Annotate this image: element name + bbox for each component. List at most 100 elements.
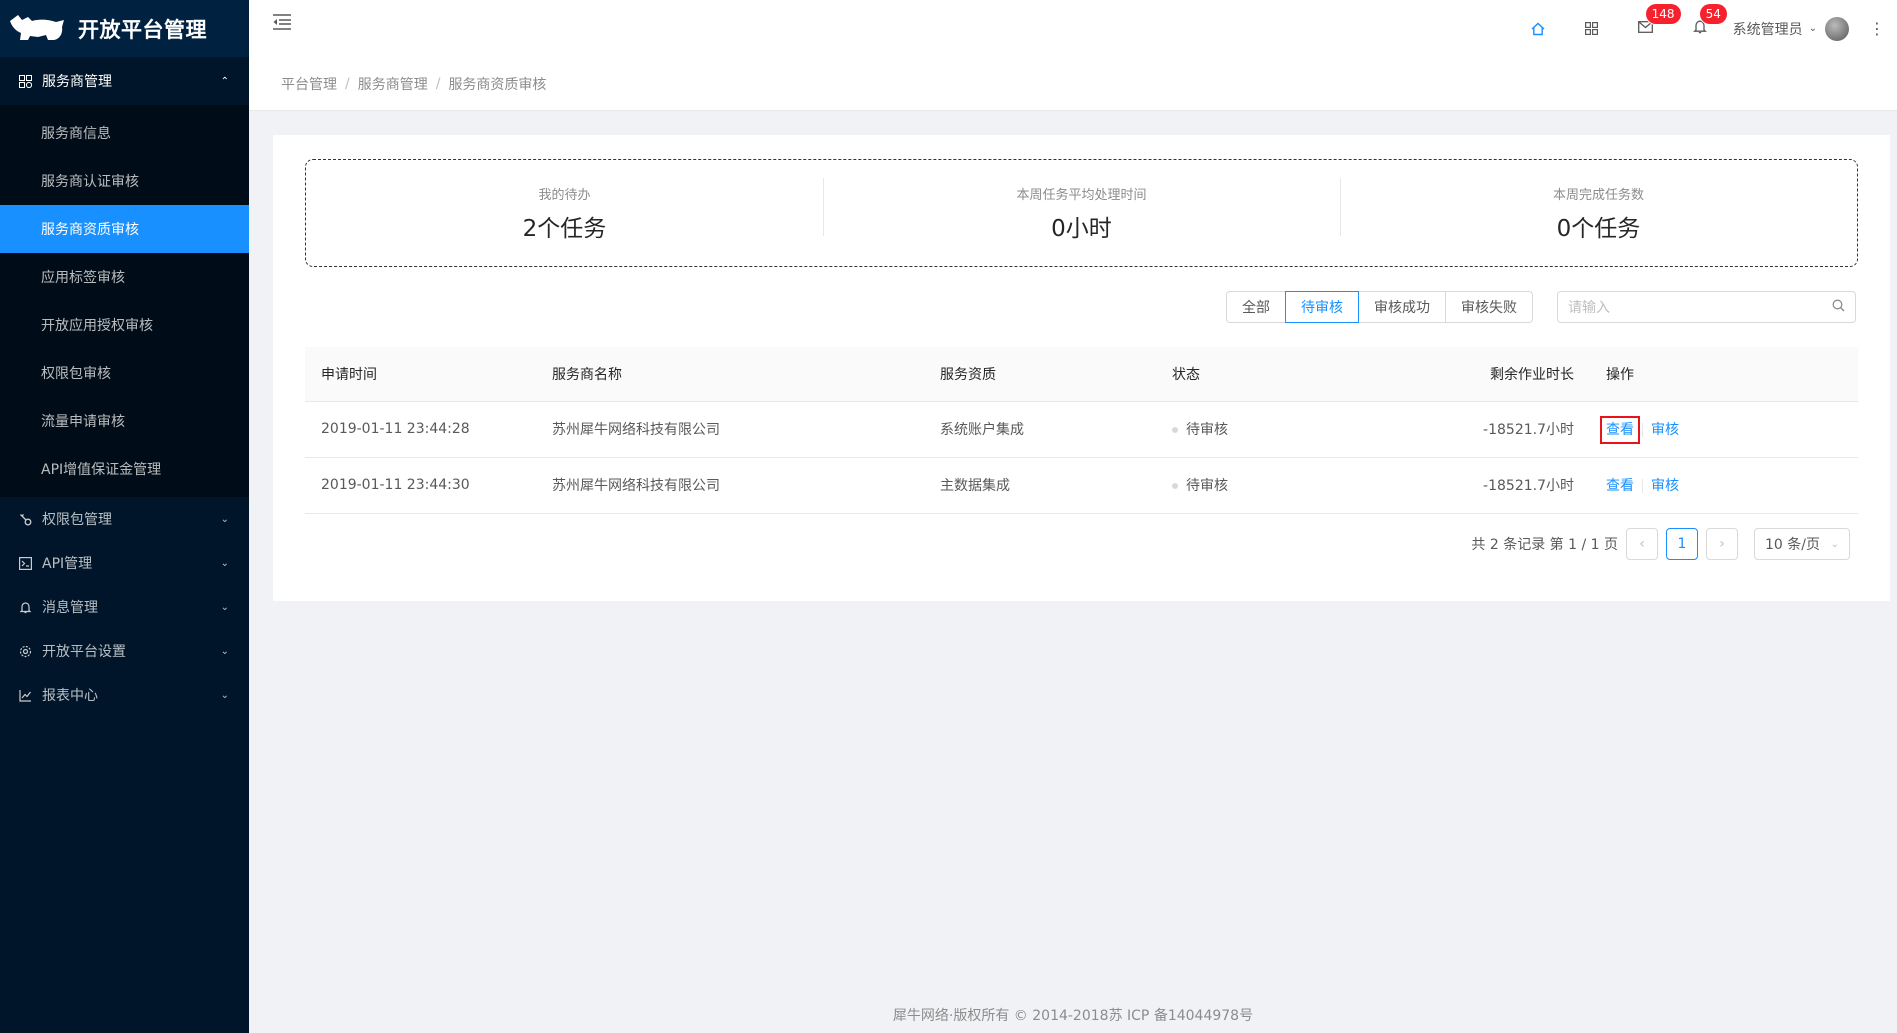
cell-time: 2019-01-11 23:44:30 [305,457,536,514]
chevron-down-icon: ⌄ [1830,538,1839,550]
breadcrumb-separator: / [345,75,350,92]
pagination-summary: 共 2 条记录 第 1 / 1 页 [1471,537,1618,553]
menu-permission-pack[interactable]: 权限包管理 ⌄ [0,497,249,541]
chevron-up-icon: ⌃ [220,75,229,87]
sidebar-item-api-deposit[interactable]: API增值保证金管理 [0,445,249,493]
column-header: 状态 [1156,347,1386,402]
sidebar-item-label: 权限包审核 [41,366,111,382]
search-icon[interactable] [1832,299,1845,316]
sidebar-item-permission-pack-review[interactable]: 权限包审核 [0,349,249,397]
filter-all-button[interactable]: 全部 [1226,291,1286,323]
appstore-icon[interactable] [1565,0,1619,57]
user-name: 系统管理员 [1732,21,1803,38]
notification-badge: 54 [1699,4,1727,24]
sidebar-item-provider-qualification-review[interactable]: 服务商资质审核 [0,205,249,253]
chevron-down-icon: ⌄ [220,601,229,613]
stat-title: 本周任务平均处理时间 [1016,187,1147,203]
key-icon [18,512,32,526]
pagination: 共 2 条记录 第 1 / 1 页 ‹ 1 › 10 条/页 ⌄ [1471,528,1850,560]
cell-status: 待审核 [1156,457,1386,514]
prev-page-button[interactable]: ‹ [1626,528,1658,560]
audit-link[interactable]: 审核 [1651,478,1679,494]
menu-fold-icon[interactable] [272,13,294,35]
mail-button[interactable]: 148 [1619,0,1681,57]
user-menu[interactable]: 系统管理员 ⌄ [1732,16,1849,41]
stat-avg-time: 本周任务平均处理时间 0小时 [823,177,1340,243]
stat-completed: 本周完成任务数 0个任务 [1340,177,1857,243]
column-header: 服务资质 [924,347,1156,402]
chevron-down-icon: ⌄ [220,513,229,525]
stat-value: 0小时 [1051,215,1112,242]
cell-actions: 查看 审核 [1590,457,1858,514]
footer-copyright: 犀牛网络·版权所有 © 2014-2018苏 ICP 备14044978号 [892,1008,1254,1024]
bell-icon [18,600,32,614]
table-row: 2019-01-11 23:44:28 苏州犀牛网络科技有限公司 系统账户集成 … [305,401,1858,458]
page-size-select[interactable]: 10 条/页 ⌄ [1754,528,1850,560]
status-text: 待审核 [1186,422,1228,438]
stat-value: 2个任务 [522,215,607,242]
menu-settings[interactable]: 开放平台设置 ⌄ [0,629,249,673]
view-link[interactable]: 查看 [1600,416,1640,444]
sidebar-item-app-auth-review[interactable]: 开放应用授权审核 [0,301,249,349]
search-input[interactable] [1568,299,1832,315]
home-icon[interactable] [1511,0,1565,57]
view-link[interactable]: 查看 [1606,478,1634,494]
sidebar-item-label: API增值保证金管理 [41,462,162,478]
breadcrumb-item[interactable]: 平台管理 [281,74,337,94]
cell-remaining: -18521.7小时 [1386,401,1590,458]
cell-qualification: 主数据集成 [924,457,1156,514]
sidebar-item-label: 流量申请审核 [41,414,125,430]
filter-toolbar: 全部 待审核 审核成功 审核失败 [1226,291,1856,323]
column-header: 操作 [1590,347,1858,402]
menu-label: 权限包管理 [42,512,112,528]
notification-button[interactable]: 54 [1673,0,1727,57]
filter-success-button[interactable]: 审核成功 [1358,291,1446,323]
menu-label: 报表中心 [42,688,98,704]
stat-title: 本周完成任务数 [1552,187,1644,203]
page-button[interactable]: 1 [1666,528,1698,560]
sidebar-item-provider-cert-review[interactable]: 服务商认证审核 [0,157,249,205]
top-header: 148 54 系统管理员 ⌄ ⋮ [249,0,1897,57]
chevron-left-icon: ‹ [1639,536,1645,552]
breadcrumb-item[interactable]: 服务商管理 [358,74,428,94]
submenu: 服务商信息 服务商认证审核 服务商资质审核 应用标签审核 开放应用授权审核 权限… [0,105,249,497]
sidebar-item-label: 服务商认证审核 [41,174,139,190]
more-vertical-icon[interactable]: ⋮ [1869,19,1885,38]
menu-group-label: 服务商管理 [42,74,112,90]
chevron-down-icon: ⌄ [1808,23,1817,34]
sidebar-item-label: 应用标签审核 [41,270,125,286]
review-table: 申请时间 服务商名称 服务资质 状态 剩余作业时长 操作 2019-01-11 … [305,347,1858,514]
sidebar-item-label: 服务商信息 [41,126,111,142]
stat-title: 我的待办 [538,187,591,203]
audit-link[interactable]: 审核 [1651,422,1679,438]
cell-actions: 查看 审核 [1590,401,1858,458]
cell-provider-name: 苏州犀牛网络科技有限公司 [536,401,924,458]
stats-panel: 我的待办 2个任务 本周任务平均处理时间 0小时 本周完成任务数 0个任务 [305,159,1858,267]
sidebar: 开放平台管理 服务商管理 ⌃ 服务商信息 服务商认证审核 服务商资质审核 应用标… [0,0,249,1033]
sidebar-item-app-tag-review[interactable]: 应用标签审核 [0,253,249,301]
status-text: 待审核 [1186,478,1228,494]
filter-pending-button[interactable]: 待审核 [1285,291,1359,323]
menu-group-service-provider[interactable]: 服务商管理 ⌃ [0,57,249,105]
menu-label: 开放平台设置 [42,644,126,660]
appstore-icon [18,74,32,88]
status-dot [1172,483,1178,489]
sidebar-item-traffic-review[interactable]: 流量申请审核 [0,397,249,445]
header-actions: 148 54 系统管理员 ⌄ ⋮ [1511,0,1885,57]
sidebar-item-label: 服务商资质审核 [41,222,139,238]
cell-remaining: -18521.7小时 [1386,457,1590,514]
menu-reports[interactable]: 报表中心 ⌄ [0,673,249,717]
chevron-down-icon: ⌄ [220,557,229,569]
next-page-button[interactable]: › [1706,528,1738,560]
table-header-row: 申请时间 服务商名称 服务资质 状态 剩余作业时长 操作 [305,347,1858,402]
menu-api[interactable]: API管理 ⌄ [0,541,249,585]
logo[interactable]: 开放平台管理 [0,0,249,57]
table-row: 2019-01-11 23:44:30 苏州犀牛网络科技有限公司 主数据集成 待… [305,457,1858,514]
menu-message[interactable]: 消息管理 ⌄ [0,585,249,629]
rhino-logo-icon [8,11,66,47]
filter-failed-button[interactable]: 审核失败 [1445,291,1533,323]
chevron-down-icon: ⌄ [220,645,229,657]
column-header: 剩余作业时长 [1386,347,1590,402]
menu-label: 消息管理 [42,600,98,616]
sidebar-item-provider-info[interactable]: 服务商信息 [0,109,249,157]
